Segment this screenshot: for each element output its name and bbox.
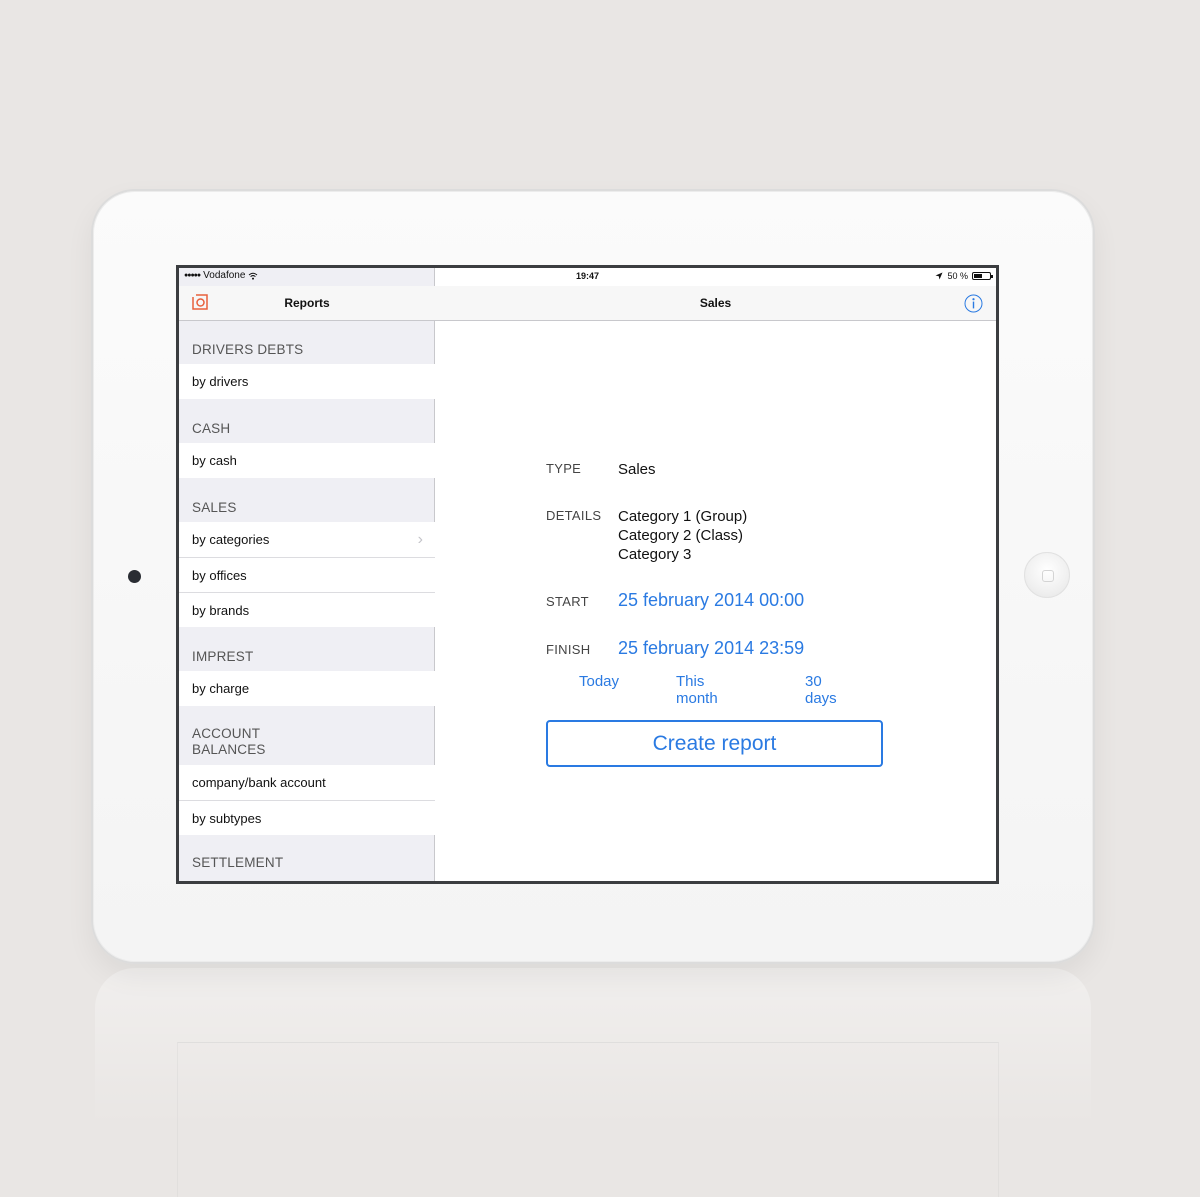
sidebar-nav-bar: Reports xyxy=(179,286,435,321)
list-item-by-brands[interactable]: by brands xyxy=(179,592,435,627)
list-item-by-cash[interactable]: by cash xyxy=(179,443,435,478)
start-date-value[interactable]: 25 february 2014 00:00 xyxy=(618,591,804,610)
location-arrow-icon xyxy=(935,272,943,280)
list-item-by-drivers[interactable]: by drivers xyxy=(179,364,435,399)
create-report-button[interactable]: Create report xyxy=(546,720,883,767)
detail-title: Sales xyxy=(699,296,732,310)
shortcut-today-button[interactable]: Today xyxy=(579,673,619,690)
shortcut-30-days-button[interactable]: 30 days xyxy=(805,673,837,707)
battery-percentage: 50 % xyxy=(947,271,968,281)
details-label: DETAILS xyxy=(546,508,602,523)
status-time: 19:47 xyxy=(575,271,600,281)
list-item-by-subtypes[interactable]: by subtypes xyxy=(179,800,435,835)
section-header-settlement: SETTLEMENT xyxy=(192,855,284,870)
status-bar: ●●●●● Vodafone 19:47 50 % xyxy=(179,268,996,286)
section-header-imprest: IMPREST xyxy=(192,649,254,664)
reports-sidebar: Reports DRIVERS DEBTS by drivers CASH by… xyxy=(179,268,435,881)
section-header-account-balances: ACCOUNT BALANCES xyxy=(192,726,266,757)
type-label: TYPE xyxy=(546,461,582,476)
list-item-company-bank-account[interactable]: company/bank account xyxy=(179,765,435,800)
sidebar-title: Reports xyxy=(284,296,330,310)
section-header-cash: CASH xyxy=(192,421,231,436)
details-value-2: Category 2 (Class) xyxy=(618,527,744,544)
start-label: START xyxy=(546,594,589,609)
list-item-by-charge[interactable]: by charge xyxy=(179,671,435,706)
report-list: DRIVERS DEBTS by drivers CASH by cash SA… xyxy=(179,322,435,879)
type-value: Sales xyxy=(618,461,656,478)
chevron-right-icon: › xyxy=(417,531,423,548)
list-item-by-offices[interactable]: by offices xyxy=(179,557,435,592)
info-icon[interactable] xyxy=(964,294,983,313)
screen: Reports DRIVERS DEBTS by drivers CASH by… xyxy=(176,265,999,884)
status-right: 50 % xyxy=(935,271,993,281)
report-detail-panel: Sales TYPE Sales DETAILS Category 1 (Gro… xyxy=(435,268,996,881)
list-item-label: by categories xyxy=(192,532,270,547)
details-value-1: Category 1 (Group) xyxy=(618,508,748,525)
shortcut-this-month-button[interactable]: This month xyxy=(676,673,718,707)
list-item-by-categories[interactable]: by categories › xyxy=(179,522,435,557)
finish-date-value[interactable]: 25 february 2014 23:59 xyxy=(618,639,804,658)
section-header-drivers-debts: DRIVERS DEBTS xyxy=(192,342,304,357)
front-camera xyxy=(128,570,141,583)
finish-label: FINISH xyxy=(546,642,591,657)
battery-icon xyxy=(972,272,993,280)
device-reflection xyxy=(95,968,1091,1197)
home-button[interactable] xyxy=(1024,552,1070,598)
section-header-sales: SALES xyxy=(192,500,237,515)
detail-nav-bar: Sales xyxy=(435,286,996,321)
details-value-3: Category 3 xyxy=(618,546,692,563)
